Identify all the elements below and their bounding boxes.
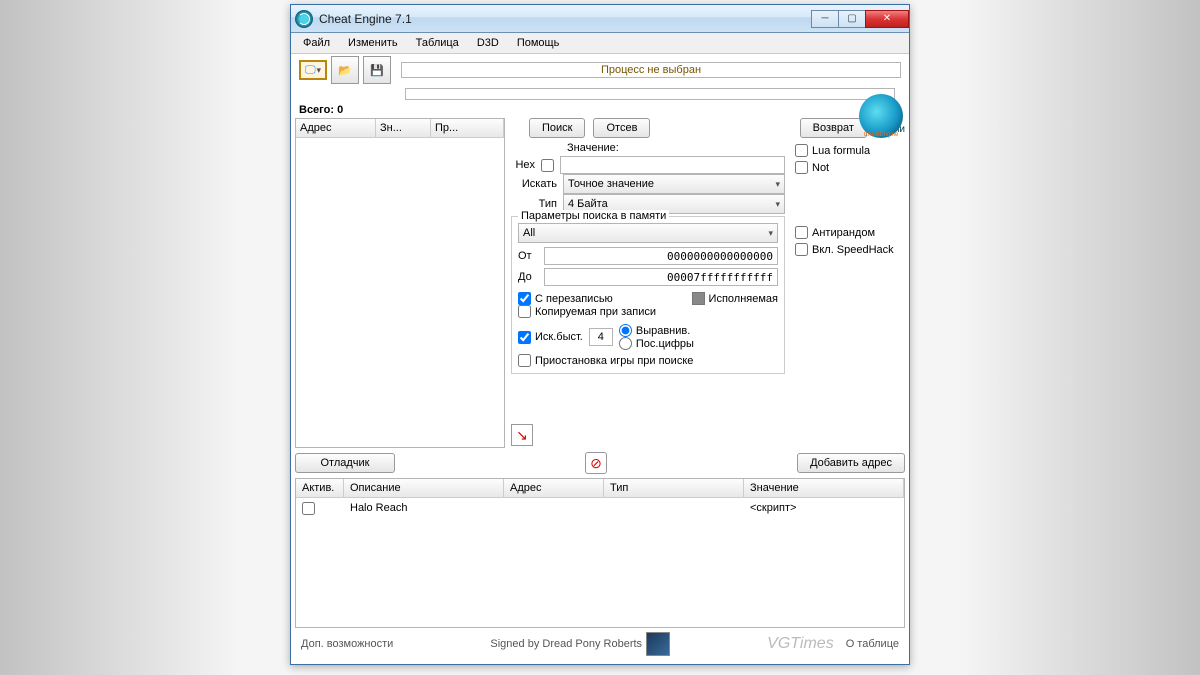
col-prev[interactable]: Пр...: [431, 119, 504, 137]
fieldset-legend: Параметры поиска в памяти: [518, 210, 669, 222]
col-address[interactable]: Адрес: [296, 119, 376, 137]
value-type-label: Тип: [511, 198, 557, 210]
to-label: До: [518, 271, 538, 283]
scan-type-select[interactable]: Точное значение: [563, 174, 785, 194]
alignment-radio[interactable]: Выравнив.: [619, 324, 694, 337]
debugger-button[interactable]: Отладчик: [295, 453, 395, 473]
stop-icon[interactable]: ⊘: [585, 452, 607, 474]
save-button[interactable]: 💾: [363, 56, 391, 84]
value-label: Значение:: [511, 142, 785, 154]
range-end-input[interactable]: [544, 268, 778, 286]
add-address-button[interactable]: Добавить адрес: [797, 453, 905, 473]
scan-type-label: Искать: [511, 178, 557, 190]
fast-scan-checkbox[interactable]: Иск.быст.: [518, 331, 583, 344]
hex-checkbox[interactable]: [541, 159, 554, 172]
open-button[interactable]: 📂: [331, 56, 359, 84]
cheat-table[interactable]: Актив. Описание Адрес Тип Значение Halo …: [295, 478, 905, 628]
not-checkbox[interactable]: Not: [795, 161, 905, 174]
add-to-list-button[interactable]: ↘: [511, 424, 533, 446]
region-select[interactable]: All: [518, 223, 778, 243]
maximize-button[interactable]: ▢: [838, 10, 866, 28]
process-label: Процесс не выбран: [401, 62, 901, 78]
undo-scan-button[interactable]: Возврат: [800, 118, 867, 138]
advanced-options-link[interactable]: Доп. возможности: [301, 638, 393, 650]
pause-game-checkbox[interactable]: Приостановка игры при поиске: [518, 354, 778, 367]
executable-checkbox[interactable]: Исполняемая: [692, 292, 778, 305]
results-list[interactable]: Адрес Зн... Пр...: [295, 118, 505, 448]
signed-by-label: Signed by Dread Pony Roberts: [490, 638, 642, 650]
copy-on-write-checkbox[interactable]: Копируемая при записи: [518, 305, 778, 318]
next-scan-button[interactable]: Отсев: [593, 118, 650, 138]
col-value[interactable]: Зн...: [376, 119, 431, 137]
menu-help[interactable]: Помощь: [509, 35, 568, 51]
save-icon: 💾: [370, 64, 384, 77]
range-start-input[interactable]: [544, 247, 778, 265]
window-title: Cheat Engine 7.1: [319, 12, 812, 26]
row-value[interactable]: <скрипт>: [744, 500, 904, 520]
hex-label: Hex: [511, 159, 535, 171]
watermark: VGTimes: [767, 635, 834, 653]
app-icon: [295, 10, 313, 28]
menu-table[interactable]: Таблица: [408, 35, 467, 51]
row-type[interactable]: [604, 500, 744, 520]
titlebar[interactable]: Cheat Engine 7.1 ─ ▢ ✕: [291, 5, 909, 33]
folder-icon: 📂: [338, 64, 352, 77]
writable-checkbox[interactable]: С перезаписью: [518, 292, 613, 305]
value-input[interactable]: [560, 156, 785, 174]
col-type[interactable]: Тип: [604, 479, 744, 497]
row-address[interactable]: [504, 500, 604, 520]
menubar: Файл Изменить Таблица D3D Помощь: [291, 33, 909, 54]
cheat-engine-logo[interactable]: CheatEngine: [859, 94, 903, 138]
col-description[interactable]: Описание: [344, 479, 504, 497]
col-addr[interactable]: Адрес: [504, 479, 604, 497]
unrandomizer-checkbox[interactable]: Антирандом: [795, 226, 905, 239]
table-row[interactable]: Halo Reach <скрипт>: [296, 498, 904, 522]
author-avatar-icon: [646, 632, 670, 656]
total-label: Всего:: [299, 104, 334, 116]
memory-scan-options: Параметры поиска в памяти All От До: [511, 216, 785, 374]
menu-d3d[interactable]: D3D: [469, 35, 507, 51]
col-value[interactable]: Значение: [744, 479, 904, 497]
monitor-icon: 🖵: [305, 64, 316, 77]
close-button[interactable]: ✕: [865, 10, 909, 28]
lua-formula-checkbox[interactable]: Lua formula: [795, 144, 905, 157]
about-table-link[interactable]: О таблице: [846, 638, 899, 650]
alignment-input[interactable]: [589, 328, 613, 346]
minimize-button[interactable]: ─: [811, 10, 839, 28]
menu-edit[interactable]: Изменить: [340, 35, 406, 51]
progress-bar: [405, 88, 895, 100]
first-scan-button[interactable]: Поиск: [529, 118, 585, 138]
speedhack-checkbox[interactable]: Вкл. SpeedHack: [795, 243, 905, 256]
from-label: От: [518, 250, 538, 262]
menu-file[interactable]: Файл: [295, 35, 338, 51]
total-value: 0: [337, 104, 343, 116]
row-description[interactable]: Halo Reach: [344, 500, 504, 520]
col-active[interactable]: Актив.: [296, 479, 344, 497]
select-process-button[interactable]: 🖵: [299, 60, 327, 80]
last-digits-radio[interactable]: Пос.цифры: [619, 337, 694, 350]
active-checkbox[interactable]: [302, 502, 315, 515]
